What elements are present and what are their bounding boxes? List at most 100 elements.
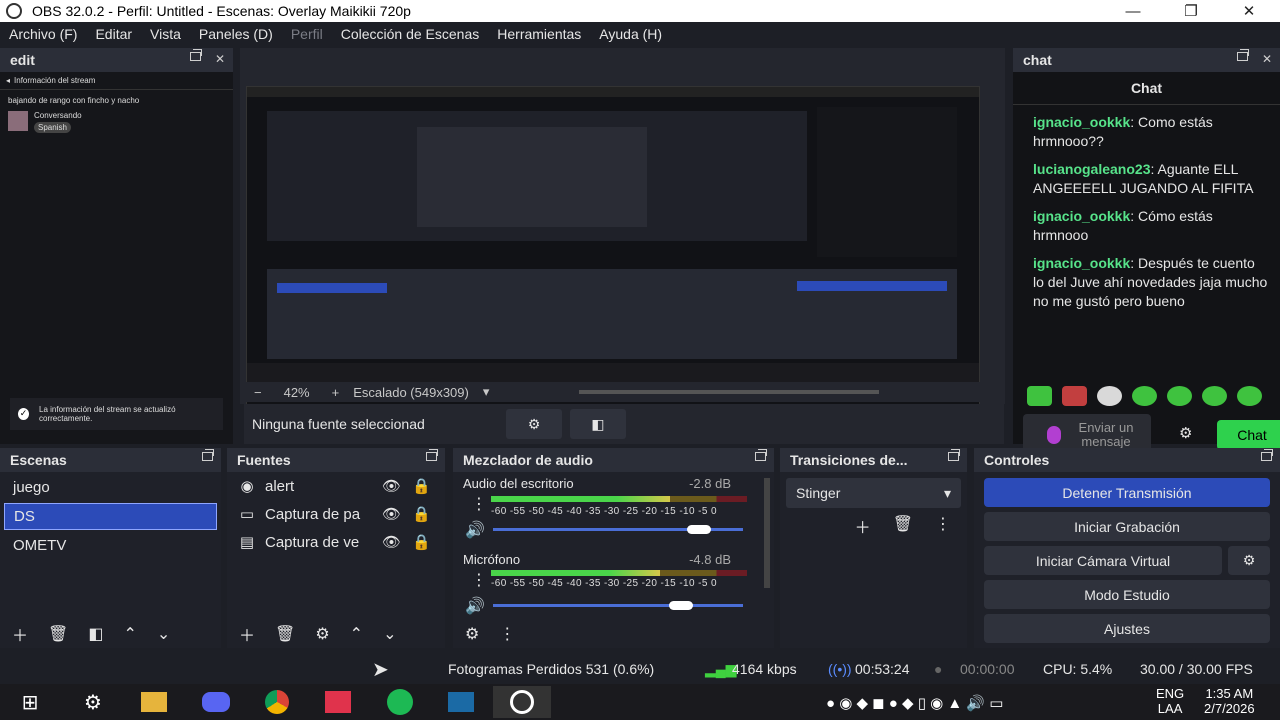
zoom-in-button[interactable]: + bbox=[332, 385, 340, 400]
menu-editar[interactable]: Editar bbox=[86, 26, 141, 42]
source-item[interactable]: ◉ alert 👁 🔒 bbox=[227, 472, 445, 500]
lock-icon[interactable]: 🔒 bbox=[412, 533, 431, 551]
scale-dropdown-icon[interactable]: ▾ bbox=[483, 384, 490, 400]
volume-slider[interactable] bbox=[493, 601, 743, 610]
gear-icon[interactable]: ⚙ bbox=[315, 624, 329, 644]
volume-knob[interactable] bbox=[669, 601, 694, 610]
source-item[interactable]: ▤ Captura de ve 👁 🔒 bbox=[227, 528, 445, 556]
clock[interactable]: 1:35 AM 2/7/2026 bbox=[1204, 686, 1255, 716]
start-recording-button[interactable]: Iniciar Grabación bbox=[984, 512, 1270, 541]
lock-icon[interactable]: 🔒 bbox=[412, 477, 431, 495]
source-properties-button[interactable]: ⚙ bbox=[506, 409, 562, 439]
preview-canvas[interactable] bbox=[246, 86, 980, 430]
track-menu-icon[interactable]: ⋮ bbox=[471, 570, 487, 590]
window-title: OBS 32.0.2 - Perfil: Untitled - Escenas:… bbox=[32, 3, 411, 19]
preview-scrollbar[interactable] bbox=[579, 390, 880, 394]
mixer-scrollbar[interactable] bbox=[764, 478, 770, 588]
track-menu-icon[interactable]: ⋮ bbox=[471, 494, 487, 514]
menu-vista[interactable]: Vista bbox=[141, 26, 190, 42]
speaker-icon[interactable]: 🔊 bbox=[465, 520, 485, 540]
speaker-icon[interactable]: 🔊 bbox=[465, 596, 485, 616]
studio-mode-button[interactable]: Modo Estudio bbox=[984, 580, 1270, 609]
move-down-icon[interactable]: ⌄ bbox=[157, 624, 170, 644]
add-icon[interactable]: ＋ bbox=[855, 514, 871, 538]
emote-icon[interactable] bbox=[1062, 386, 1087, 406]
language-indicator[interactable]: ENG LAA bbox=[1156, 686, 1184, 716]
scene-item[interactable]: OMETV bbox=[4, 532, 217, 559]
menu-ayuda[interactable]: Ayuda (H) bbox=[590, 26, 671, 42]
stop-streaming-button[interactable]: Detener Transmisión bbox=[984, 478, 1270, 507]
emote-icon[interactable] bbox=[1097, 386, 1122, 406]
move-up-icon[interactable]: ⌃ bbox=[123, 624, 136, 644]
emote-icon[interactable] bbox=[1167, 386, 1192, 406]
file-explorer-icon[interactable] bbox=[134, 686, 174, 718]
menu-coleccion[interactable]: Colección de Escenas bbox=[332, 26, 489, 42]
scene-item-selected[interactable]: DS bbox=[4, 503, 217, 530]
advanced-audio-icon[interactable]: ⚙ bbox=[465, 624, 479, 644]
trash-icon[interactable]: 🗑 bbox=[893, 514, 913, 538]
virtual-camera-settings-button[interactable]: ⚙ bbox=[1228, 546, 1270, 575]
visibility-eye-icon[interactable]: 👁 bbox=[382, 533, 401, 551]
windows-start-icon[interactable]: ⊞ bbox=[10, 686, 50, 718]
chat-settings-icon[interactable]: ⚙ bbox=[1179, 424, 1192, 442]
menu-perfil[interactable]: Perfil bbox=[282, 26, 332, 42]
trash-icon[interactable]: 🗑 bbox=[275, 624, 295, 644]
menu-paneles[interactable]: Paneles (D) bbox=[190, 26, 282, 42]
minimize-button[interactable]: — bbox=[1110, 0, 1156, 22]
settings-button[interactable]: Ajustes bbox=[984, 614, 1270, 643]
chat-username[interactable]: ignacio_ookkk bbox=[1033, 114, 1130, 130]
lock-icon[interactable]: 🔒 bbox=[412, 505, 431, 523]
chat-username[interactable]: lucianogaleano23 bbox=[1033, 161, 1150, 177]
float-icon[interactable] bbox=[1236, 49, 1249, 61]
menu-dots-icon[interactable]: ⋮ bbox=[499, 624, 515, 644]
close-icon[interactable]: ✕ bbox=[215, 52, 225, 66]
transition-select[interactable]: Stinger ▾ bbox=[786, 478, 961, 508]
chat-username[interactable]: ignacio_ookkk bbox=[1033, 255, 1130, 271]
discord-icon[interactable] bbox=[196, 686, 236, 718]
emote-icon[interactable] bbox=[1132, 386, 1157, 406]
start-virtual-camera-button[interactable]: Iniciar Cámara Virtual bbox=[984, 546, 1222, 575]
app-red-icon[interactable] bbox=[318, 686, 358, 718]
menu-dots-icon[interactable]: ⋮ bbox=[935, 514, 951, 538]
steam-icon[interactable] bbox=[441, 686, 481, 718]
obs-taskbar-icon[interactable] bbox=[493, 686, 551, 718]
source-filters-button[interactable]: ◧ bbox=[570, 409, 626, 439]
chat-send-button[interactable]: Chat bbox=[1217, 420, 1280, 450]
trash-icon[interactable]: 🗑 bbox=[48, 624, 68, 644]
add-icon[interactable]: ＋ bbox=[239, 622, 255, 646]
settings-app-icon[interactable]: ⚙ bbox=[73, 686, 113, 718]
float-icon[interactable] bbox=[426, 449, 438, 461]
chrome-icon[interactable] bbox=[257, 686, 297, 718]
float-icon[interactable] bbox=[1261, 449, 1273, 461]
add-icon[interactable]: ＋ bbox=[12, 622, 28, 646]
menu-archivo[interactable]: Archivo (F) bbox=[0, 26, 86, 42]
chat-username[interactable]: ignacio_ookkk bbox=[1033, 208, 1130, 224]
volume-knob[interactable] bbox=[687, 525, 712, 534]
emote-icon[interactable] bbox=[1027, 386, 1052, 406]
menu-herramientas[interactable]: Herramientas bbox=[488, 26, 590, 42]
microphone-icon[interactable] bbox=[1047, 426, 1061, 444]
zoom-out-button[interactable]: − bbox=[254, 385, 262, 400]
float-icon[interactable] bbox=[189, 49, 202, 61]
filter-icon[interactable]: ◧ bbox=[88, 624, 103, 644]
spotify-icon[interactable] bbox=[380, 686, 420, 718]
move-down-icon[interactable]: ⌄ bbox=[383, 624, 396, 644]
move-up-icon[interactable]: ⌃ bbox=[350, 624, 363, 644]
maximize-button[interactable]: ❐ bbox=[1168, 0, 1214, 22]
visibility-eye-icon[interactable]: 👁 bbox=[382, 505, 401, 523]
system-tray-icons[interactable]: ● ◉ ◆ ◼ ● ◆ ▯ ◉ ▲ 🔊 ▭ bbox=[826, 694, 1003, 712]
scene-item[interactable]: juego bbox=[4, 474, 217, 501]
float-icon[interactable] bbox=[948, 449, 960, 461]
close-icon[interactable]: ✕ bbox=[1262, 52, 1272, 66]
monitor-icon: ▭ bbox=[239, 506, 255, 523]
float-icon[interactable] bbox=[755, 449, 767, 461]
stream-info-header[interactable]: ◂ Información del stream bbox=[0, 72, 233, 90]
emote-icon[interactable] bbox=[1202, 386, 1227, 406]
float-icon[interactable] bbox=[202, 449, 214, 461]
visibility-eye-icon[interactable]: 👁 bbox=[382, 477, 401, 495]
preview-area[interactable] bbox=[240, 48, 1005, 430]
emote-icon[interactable] bbox=[1237, 386, 1262, 406]
close-button[interactable]: ✕ bbox=[1226, 0, 1272, 22]
source-item[interactable]: ▭ Captura de pa 👁 🔒 bbox=[227, 500, 445, 528]
volume-slider[interactable] bbox=[493, 525, 743, 534]
